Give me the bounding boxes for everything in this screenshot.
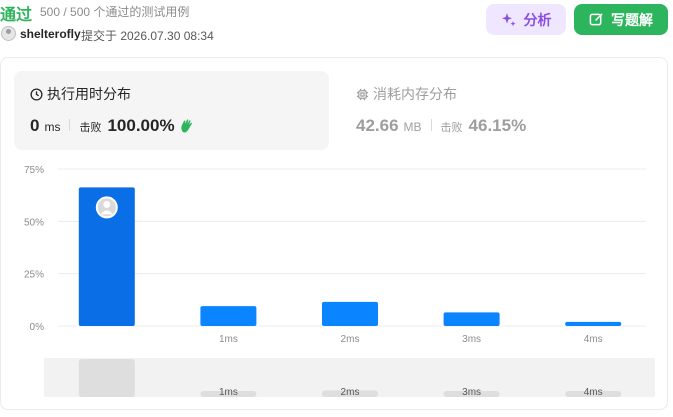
submitted-time: 提交于 2026.07.30 08:34 xyxy=(81,29,214,43)
write-solution-label: 写题解 xyxy=(611,11,653,28)
bar-1ms[interactable] xyxy=(200,306,257,326)
runtime-distribution-chart[interactable]: 0% 25% 50% 75% 1ms 2ms 3ms 4ms 1ms 2ms 3ms 4ms xyxy=(1,58,667,409)
y-tick-label: 0% xyxy=(30,322,45,333)
bar-3ms[interactable] xyxy=(443,312,500,326)
x-tick-label: 4ms xyxy=(584,334,603,345)
performance-card: 执行用时分布 0 ms 击败 100.00% 消耗内存分布 42.66 MB 击… xyxy=(0,57,668,410)
y-tick-label: 75% xyxy=(24,165,44,176)
username-link[interactable]: shelterofly xyxy=(20,27,81,41)
x-tick-label: 2ms xyxy=(341,334,360,345)
navigator-bar xyxy=(78,359,135,397)
navigator-tick-label: 4ms xyxy=(584,387,603,398)
analyze-button[interactable]: 分析 xyxy=(486,4,566,35)
sparkle-icon xyxy=(501,12,516,26)
bar-4ms[interactable] xyxy=(565,321,622,326)
testcase-summary: 500 / 500 个通过的测试用例 xyxy=(40,5,190,19)
avatar-head xyxy=(103,200,111,208)
x-tick-label: 3ms xyxy=(462,334,481,345)
bar-2ms[interactable] xyxy=(322,301,378,326)
y-tick-label: 50% xyxy=(24,217,44,228)
edit-icon xyxy=(589,13,603,26)
y-tick-label: 25% xyxy=(24,270,44,281)
analyze-label: 分析 xyxy=(523,11,552,28)
x-tick-label: 1ms xyxy=(219,334,238,345)
navigator-tick-label: 3ms xyxy=(462,387,481,398)
avatar[interactable] xyxy=(1,26,16,41)
navigator-tick-label: 2ms xyxy=(341,387,360,398)
status-accepted: 通过 xyxy=(0,7,33,24)
submission-header: 通过 500 / 500 个通过的测试用例 shelterofly 提交于 20… xyxy=(0,0,673,50)
navigator-tick-label: 1ms xyxy=(219,387,238,398)
write-solution-button[interactable]: 写题解 xyxy=(574,4,668,35)
